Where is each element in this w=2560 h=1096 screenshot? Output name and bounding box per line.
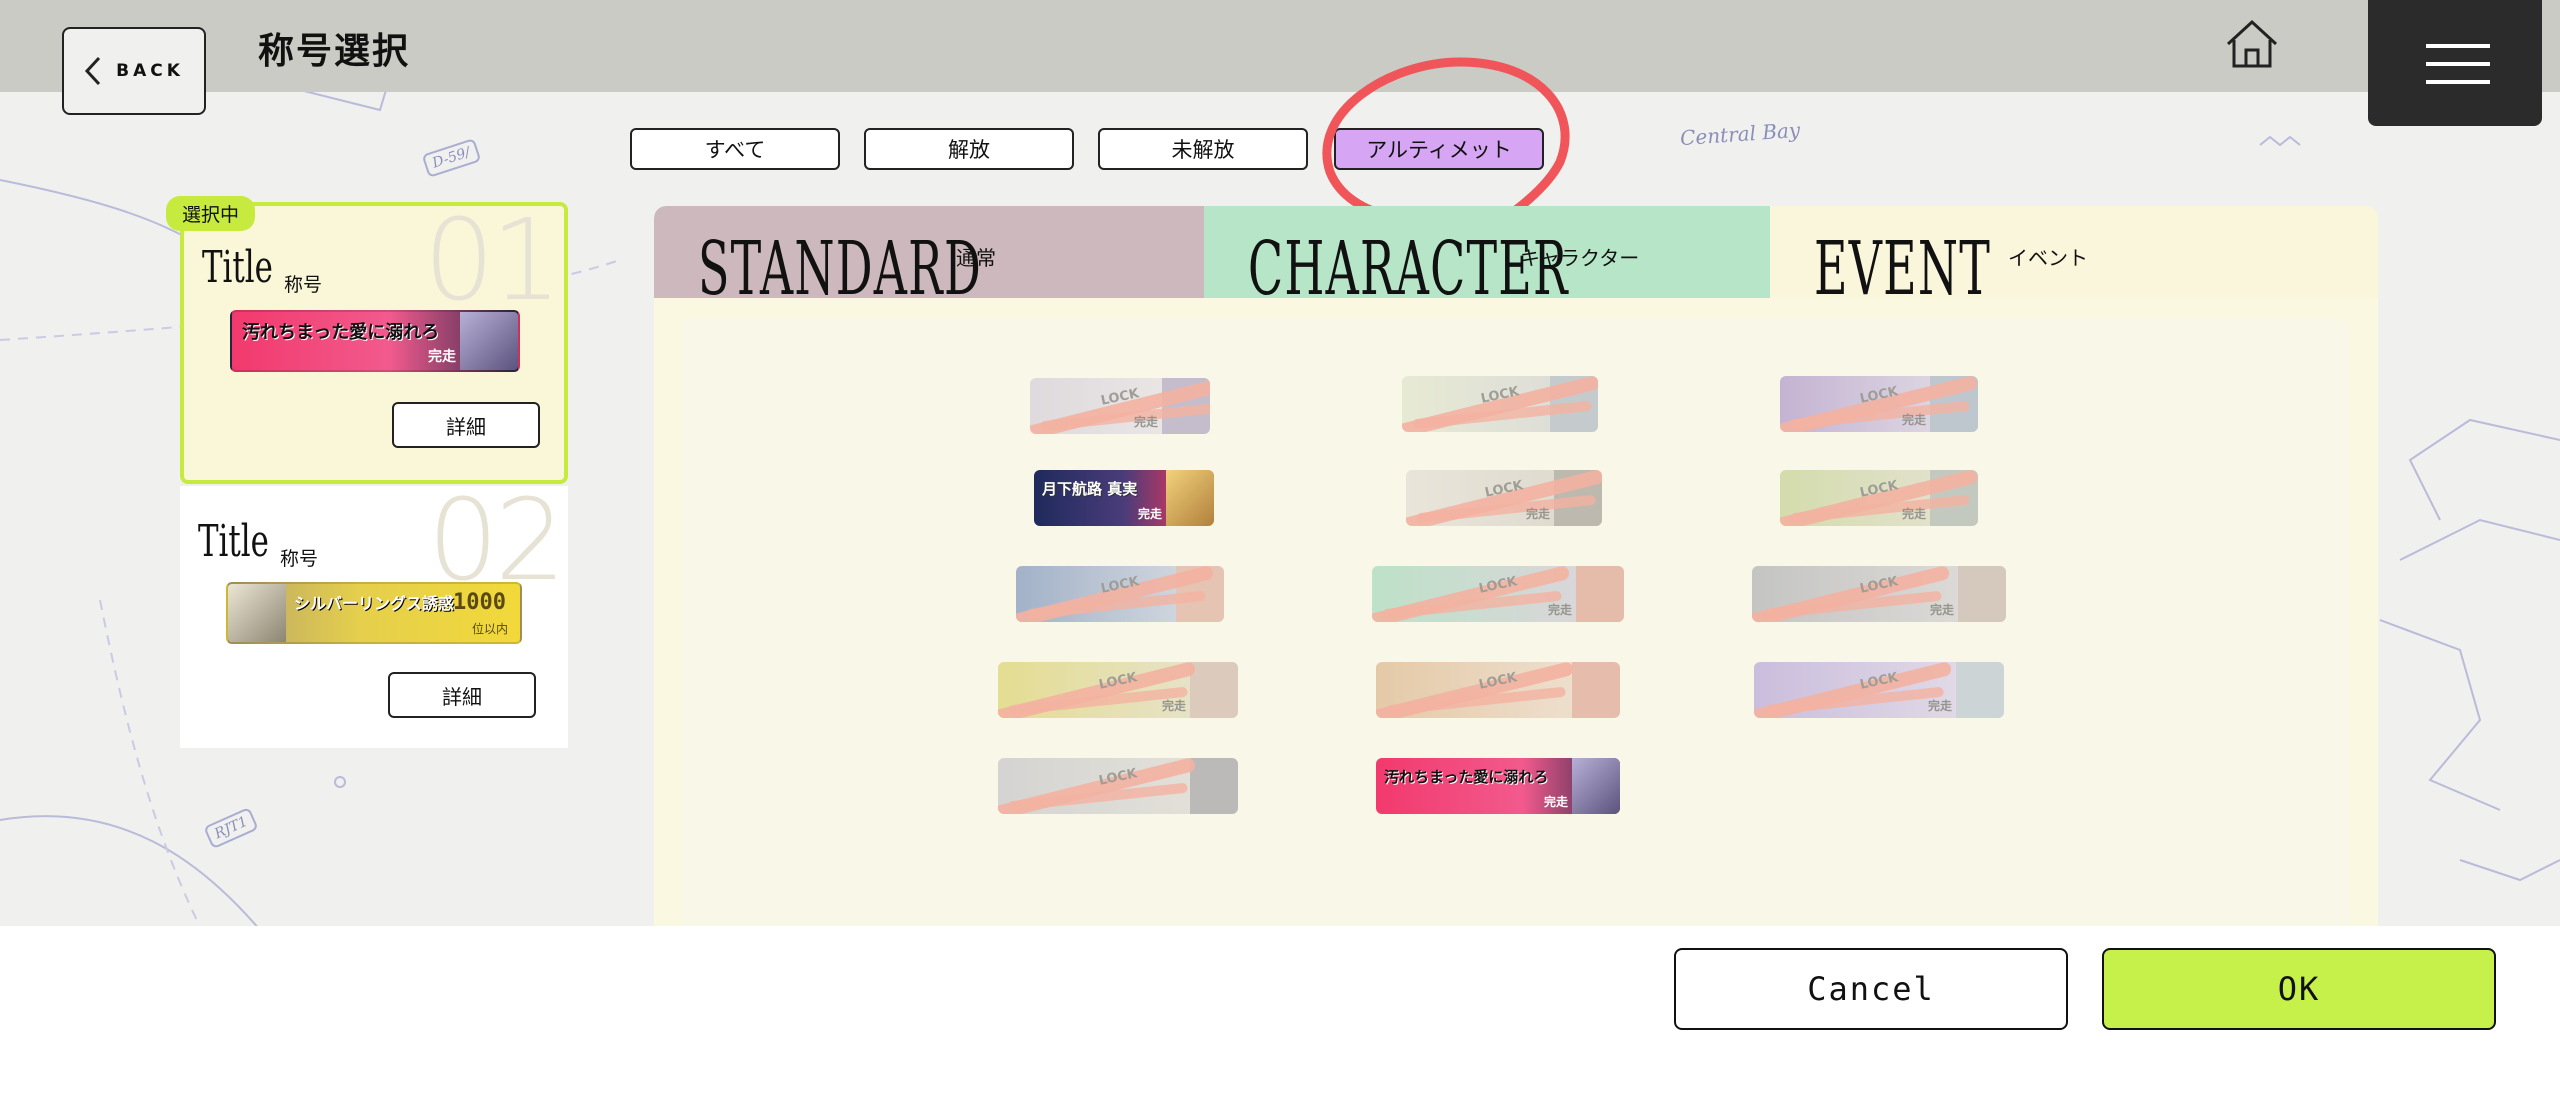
title-badge[interactable]: 汚れちまった愛に溺れろ 完走 [1376, 758, 1620, 814]
character-portrait [460, 312, 518, 370]
badge-score: 1000 [453, 590, 506, 615]
badge-tag: 完走 [1901, 507, 1926, 521]
character-portrait [228, 584, 286, 642]
badge-tag: 完走 [1929, 603, 1954, 617]
back-button[interactable]: BACK [62, 27, 206, 115]
menu-button[interactable] [2368, 0, 2542, 126]
badge-tag: 完走 [1161, 699, 1186, 713]
character-portrait [1572, 758, 1620, 814]
menu-icon-line [2426, 80, 2490, 84]
badge-text: 汚れちまった愛に溺れろ [242, 322, 440, 343]
slot-number: 01 [423, 202, 562, 326]
character-portrait [1958, 566, 2006, 622]
tab-character[interactable]: CHARACTER キャラクター [1204, 206, 1770, 298]
badge-tag: 完走 [1927, 699, 1952, 713]
title-badge-locked[interactable]: LOCK [1402, 376, 1598, 432]
title-badge-locked[interactable]: LOCK [1376, 662, 1620, 718]
character-portrait [1572, 662, 1620, 718]
title-badge-locked[interactable]: LOCK 完走 [1780, 376, 1978, 432]
title-badge-locked[interactable]: LOCK 完走 [998, 662, 1238, 718]
character-portrait [1166, 470, 1214, 526]
slot-title: Title [198, 516, 269, 567]
title-slot-2[interactable]: 02 Title 称号 シルバーリングス誘惑 1000 位以内 詳細 [180, 486, 568, 748]
category-jp: キャラクター [1520, 246, 1640, 270]
badge-text: 月下航路 真実 [1042, 480, 1138, 498]
character-portrait [1190, 758, 1238, 814]
title-badge[interactable]: 月下航路 真実 完走 [1034, 470, 1214, 526]
badge-tag: 完走 [1901, 413, 1926, 427]
title-badge-locked[interactable]: LOCK [998, 758, 1238, 814]
tab-standard[interactable]: STANDARD 通常 [654, 206, 1204, 298]
slot-title: Title [202, 242, 273, 293]
title-badge-locked[interactable]: LOCK 完走 [1780, 470, 1978, 526]
tab-event[interactable]: EVENT イベント [1770, 206, 2378, 298]
badge-tag: 完走 [428, 349, 456, 365]
title-badge-locked[interactable]: LOCK 完走 [1754, 662, 2004, 718]
equipped-title-badge: 汚れちまった愛に溺れろ 完走 [230, 310, 520, 372]
character-portrait [1576, 566, 1624, 622]
filter-tab-all[interactable]: すべて [630, 128, 840, 170]
menu-icon-line [2426, 62, 2490, 66]
back-label: BACK [116, 61, 184, 81]
home-icon[interactable] [2222, 16, 2282, 72]
title-badge-locked[interactable]: LOCK [1016, 566, 1224, 622]
title-badge-locked[interactable]: LOCK 完走 [1406, 470, 1602, 526]
title-badge-locked[interactable]: LOCK 完走 [1030, 378, 1210, 434]
badge-tag: 完走 [1543, 795, 1568, 809]
title-grid: LOCK 完走 月下航路 真実 完走 LOCK LOCK 完走 LOCK LOC… [682, 318, 2350, 926]
filter-tab-unlocked[interactable]: 解放 [864, 128, 1074, 170]
title-category-panel: STANDARD 通常 CHARACTER キャラクター EVENT イベント … [654, 206, 2378, 926]
title-badge-locked[interactable]: LOCK 完走 [1752, 566, 2006, 622]
badge-rank: 位以内 [471, 622, 508, 636]
category-name: STANDARD [698, 226, 982, 298]
menu-icon [2426, 44, 2490, 48]
badge-tag: 完走 [1137, 507, 1162, 521]
detail-button[interactable]: 詳細 [388, 672, 536, 718]
slot-subtitle: 称号 [284, 274, 323, 296]
detail-button[interactable]: 詳細 [392, 402, 540, 448]
title-badge-locked[interactable]: LOCK 完走 [1372, 566, 1624, 622]
badge-tag: 完走 [1133, 415, 1158, 429]
filter-tab-locked[interactable]: 未解放 [1098, 128, 1308, 170]
character-portrait [1956, 662, 2004, 718]
slot-subtitle: 称号 [280, 548, 319, 570]
character-portrait [1190, 662, 1238, 718]
category-name: EVENT [1814, 226, 1992, 298]
cancel-button[interactable]: Cancel [1674, 948, 2068, 1030]
chevron-left-icon [85, 56, 101, 86]
category-jp: イベント [2008, 246, 2088, 270]
badge-tag: 完走 [1547, 603, 1572, 617]
badge-text: シルバーリングス誘惑 [294, 594, 455, 613]
page-title: 称号選択 [258, 31, 411, 72]
selected-badge: 選択中 [166, 196, 256, 231]
badge-tag: 完走 [1525, 507, 1550, 521]
category-jp: 通常 [956, 246, 996, 270]
ok-button[interactable]: OK [2102, 948, 2496, 1030]
title-slot-1[interactable]: 01 Title 称号 汚れちまった愛に溺れろ 完走 詳細 [180, 202, 568, 484]
badge-text: 汚れちまった愛に溺れろ [1384, 768, 1549, 786]
equipped-title-badge: シルバーリングス誘惑 1000 位以内 [226, 582, 522, 644]
